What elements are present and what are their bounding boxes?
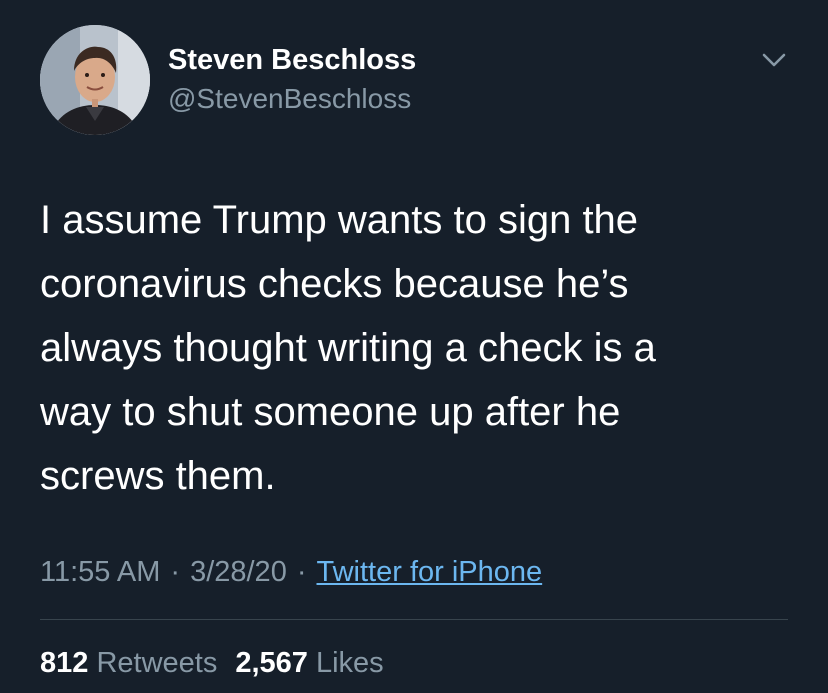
likes-count: 2,567 bbox=[235, 647, 308, 679]
chevron-down-icon bbox=[762, 53, 786, 67]
tweet-text-line: way to shut someone up after he bbox=[40, 390, 621, 434]
tweet-card: Steven Beschloss @StevenBeschloss I assu… bbox=[0, 0, 828, 693]
likes-stat[interactable]: 2,567 Likes bbox=[235, 647, 383, 679]
profile-photo-icon bbox=[40, 25, 150, 135]
tweet-stats: 812 Retweets 2,567 Likes bbox=[40, 642, 384, 684]
tweet-text-line: always thought writing a check is a bbox=[40, 326, 656, 370]
meta-separator: · bbox=[296, 556, 307, 588]
divider bbox=[40, 619, 788, 620]
tweet-date[interactable]: 3/28/20 bbox=[190, 556, 287, 588]
retweets-label: Retweets bbox=[96, 647, 218, 679]
user-handle[interactable]: @StevenBeschloss bbox=[168, 80, 416, 118]
display-name[interactable]: Steven Beschloss bbox=[168, 40, 416, 80]
tweet-text-line: screws them. bbox=[40, 454, 276, 498]
tweet-text-line: I assume Trump wants to sign the bbox=[40, 198, 639, 242]
tweet-text: I assume Trump wants to sign the coronav… bbox=[40, 188, 780, 508]
likes-label: Likes bbox=[315, 647, 384, 679]
meta-separator: · bbox=[170, 556, 181, 588]
avatar[interactable] bbox=[40, 25, 150, 135]
retweets-stat[interactable]: 812 Retweets bbox=[40, 647, 217, 679]
tweet-menu-button[interactable] bbox=[756, 46, 792, 74]
tweet-time[interactable]: 11:55 AM bbox=[40, 556, 160, 588]
tweet-metadata: 11:55 AM · 3/28/20 · Twitter for iPhone bbox=[40, 551, 542, 593]
author-info[interactable]: Steven Beschloss @StevenBeschloss bbox=[168, 40, 416, 118]
retweets-count: 812 bbox=[40, 647, 89, 679]
tweet-text-line: coronavirus checks because he’s bbox=[40, 262, 629, 306]
tweet-source-link[interactable]: Twitter for iPhone bbox=[317, 556, 543, 588]
